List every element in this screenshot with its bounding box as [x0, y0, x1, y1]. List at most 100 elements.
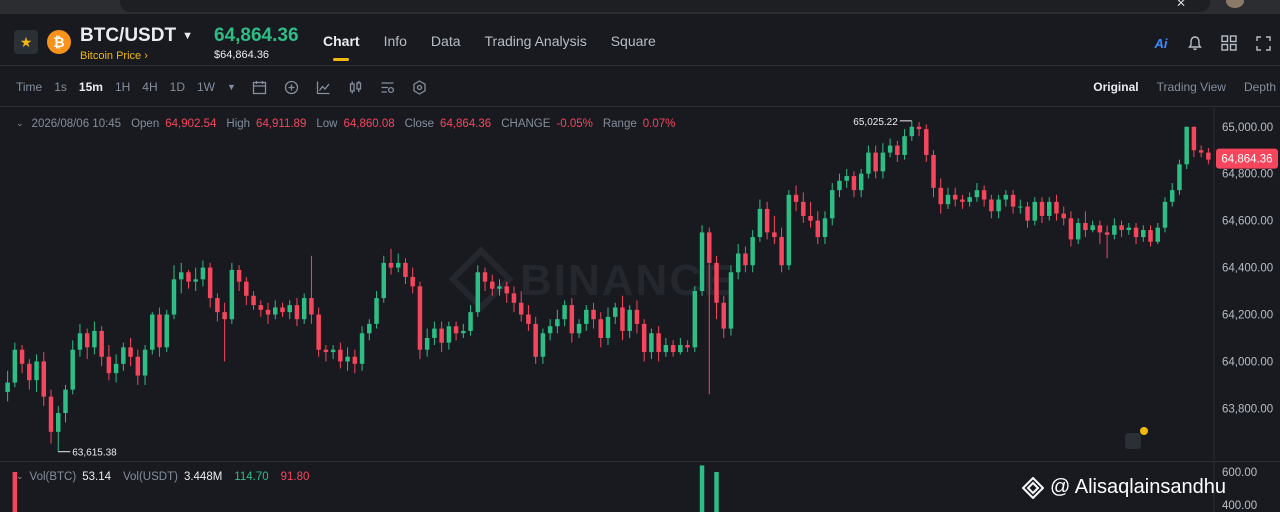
interval-1s[interactable]: 1s — [54, 80, 67, 94]
event-icon — [1125, 433, 1141, 449]
candle-body — [649, 333, 654, 353]
chart-canvas[interactable]: 65,000.00 64,800.00 64,600.00 64,400.00 64,2… — [0, 108, 1280, 460]
volume-collapse-icon[interactable]: ⌄ — [16, 471, 24, 483]
candle-type-icon[interactable] — [346, 78, 364, 96]
candle-body — [475, 272, 481, 313]
interval-4h[interactable]: 4H — [142, 80, 157, 94]
candle-body — [1177, 164, 1182, 191]
candle-body — [808, 215, 813, 221]
collapse-chevron-icon[interactable]: ⌄ — [16, 118, 24, 130]
candle-body — [1025, 206, 1030, 221]
interval-dropdown-icon[interactable]: ▼ — [227, 80, 236, 94]
candle-body — [497, 286, 502, 289]
candle-body — [244, 281, 249, 296]
fullscreen-icon[interactable] — [1254, 34, 1272, 52]
browser-address-bar[interactable] — [120, 0, 1210, 12]
candle-body — [150, 314, 155, 350]
candle-body — [533, 323, 538, 357]
candle-body — [511, 293, 517, 303]
chart-tools — [250, 78, 428, 96]
candle-body — [1061, 213, 1066, 219]
candle-body — [99, 330, 104, 357]
vol-ma2-value: 91.80 — [280, 471, 310, 483]
candle-body — [562, 305, 567, 320]
candle-body — [656, 333, 661, 353]
vol-btc-value: 53.14 — [82, 471, 111, 483]
interval-1w[interactable]: 1W — [197, 80, 215, 94]
layout-icon[interactable] — [1220, 34, 1238, 52]
open-label: Open — [131, 118, 160, 130]
candle-body — [569, 305, 575, 334]
creator-credit: @ Alisaqlainsandhu — [1022, 476, 1226, 499]
candle-body — [352, 356, 358, 364]
candle-body — [634, 309, 640, 324]
indicator-icon[interactable] — [314, 78, 332, 96]
candle-body — [1032, 201, 1038, 221]
candle-body — [12, 349, 18, 383]
candle-body — [880, 152, 886, 172]
avatar[interactable] — [1226, 0, 1244, 8]
candle-body — [236, 269, 242, 282]
candle-body — [858, 173, 864, 191]
candle-body — [721, 302, 726, 329]
interval-1d[interactable]: 1D — [170, 80, 185, 94]
candle-body — [1162, 201, 1168, 228]
candle-body — [757, 208, 763, 238]
add-indicator-icon[interactable] — [282, 78, 300, 96]
interval-1h[interactable]: 1H — [115, 80, 130, 94]
interval-15m[interactable]: 15m — [79, 80, 103, 94]
candle-body — [540, 333, 546, 357]
candle-body — [764, 208, 770, 233]
candle-body — [157, 314, 162, 348]
market-header: ★ ₿ BTC/USDT ▼ Bitcoin Price › 64,864.36… — [0, 14, 1280, 66]
candle-body — [945, 194, 951, 205]
candle-body — [526, 314, 531, 324]
tab-trading-analysis[interactable]: Trading Analysis — [485, 33, 587, 49]
tab-original[interactable]: Original — [1093, 80, 1138, 94]
tab-square[interactable]: Square — [611, 33, 656, 49]
ai-icon[interactable]: Ai — [1152, 34, 1170, 52]
close-icon[interactable]: ✕ — [1176, 0, 1186, 10]
bell-icon[interactable] — [1186, 34, 1204, 52]
tab-info[interactable]: Info — [384, 33, 407, 49]
coin-price-link[interactable]: Bitcoin Price › — [80, 50, 148, 62]
candle-body — [56, 413, 61, 432]
candle-body — [367, 323, 372, 334]
hexagon-settings-icon[interactable] — [410, 78, 428, 96]
candle-body — [981, 190, 987, 200]
candle-body — [822, 218, 828, 238]
candle-body — [591, 309, 596, 320]
high-value: 64,911.89 — [256, 118, 307, 130]
candle-body — [388, 262, 394, 268]
candle-body — [490, 281, 495, 289]
high-label: High — [226, 118, 251, 130]
settings-list-icon[interactable] — [378, 78, 396, 96]
tab-depth[interactable]: Depth — [1244, 80, 1276, 94]
candle-body — [685, 345, 690, 348]
candle-body — [743, 253, 748, 266]
y-tick-label: 65,000.00 — [1222, 122, 1273, 134]
tab-data[interactable]: Data — [431, 33, 461, 49]
tab-trading-view[interactable]: Trading View — [1157, 80, 1226, 94]
candle-body — [395, 262, 401, 268]
candle-body — [1148, 230, 1153, 242]
candle-body — [164, 314, 169, 348]
candle-body — [359, 333, 365, 364]
candle-body — [902, 136, 907, 155]
candle-body — [229, 269, 235, 320]
volume-legend: ⌄ Vol(BTC) 53.14 Vol(USDT) 3.448M 114.70… — [16, 471, 309, 483]
candle-body — [714, 262, 719, 303]
candle-body — [801, 201, 806, 216]
candlestick-chart[interactable]: BINANCE 65,000.00 64,800.00 64,600.00 64,40… — [0, 108, 1280, 460]
candle-body — [829, 190, 835, 219]
candle-body — [924, 129, 929, 155]
calendar-icon[interactable] — [250, 78, 268, 96]
candle-body — [294, 305, 300, 320]
candle-body — [952, 194, 958, 200]
y-tick-label: 63,800.00 — [1222, 403, 1273, 415]
pair-selector[interactable]: BTC/USDT ▼ — [80, 25, 193, 47]
tab-chart[interactable]: Chart — [323, 33, 360, 61]
binance-square-icon — [1022, 476, 1044, 499]
star-icon[interactable]: ★ — [14, 30, 38, 54]
y-tick-label: 64,800.00 — [1222, 169, 1273, 181]
